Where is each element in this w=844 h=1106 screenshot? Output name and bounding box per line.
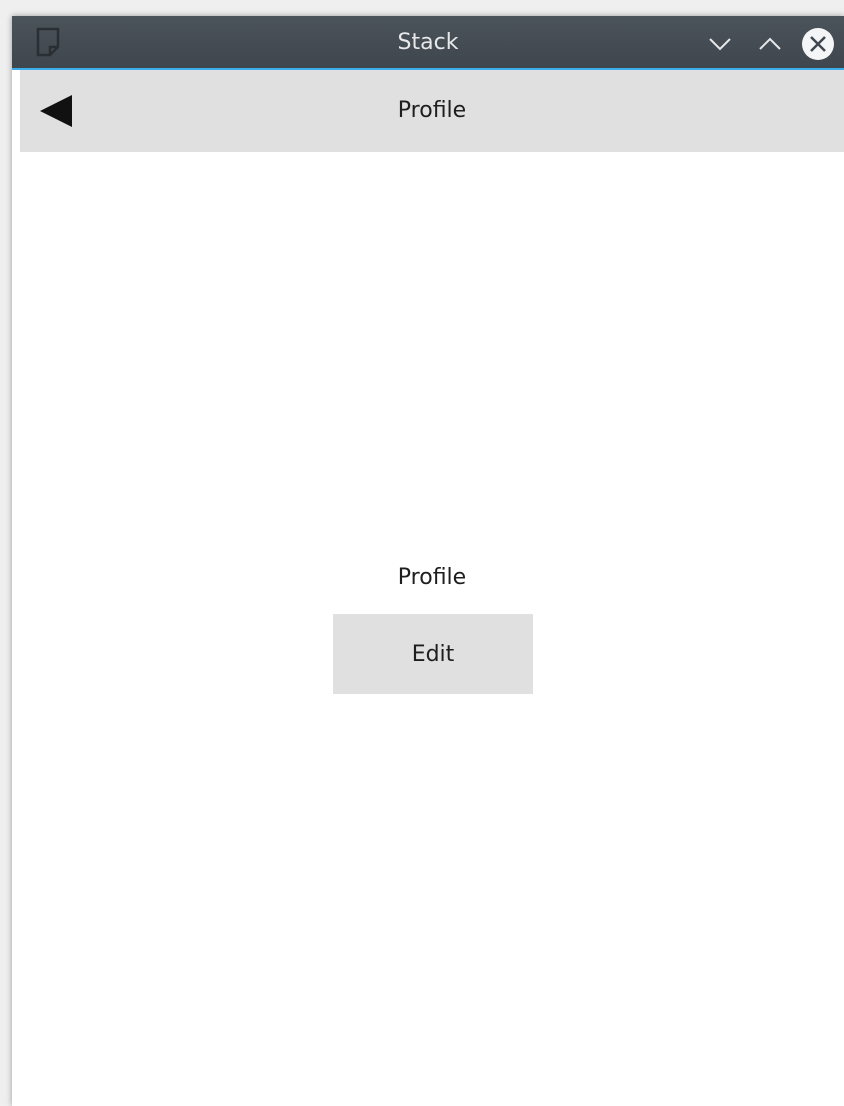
title-bar[interactable]: Stack (12, 16, 844, 70)
page-label: Profile (397, 565, 467, 590)
chevron-up-icon (759, 37, 781, 50)
chevron-down-icon (709, 38, 731, 51)
toolbar-title: Profile (397, 98, 467, 123)
app-window: Stack Profile Profile Edit (12, 16, 844, 1106)
edit-button[interactable]: Edit (333, 614, 533, 694)
close-circle-icon (802, 28, 834, 60)
main-content: Profile Profile Edit (20, 70, 844, 1106)
maximize-button[interactable] (755, 29, 785, 59)
close-button[interactable] (801, 27, 835, 61)
minimize-button[interactable] (705, 29, 735, 59)
toolbar: Profile (20, 70, 844, 152)
